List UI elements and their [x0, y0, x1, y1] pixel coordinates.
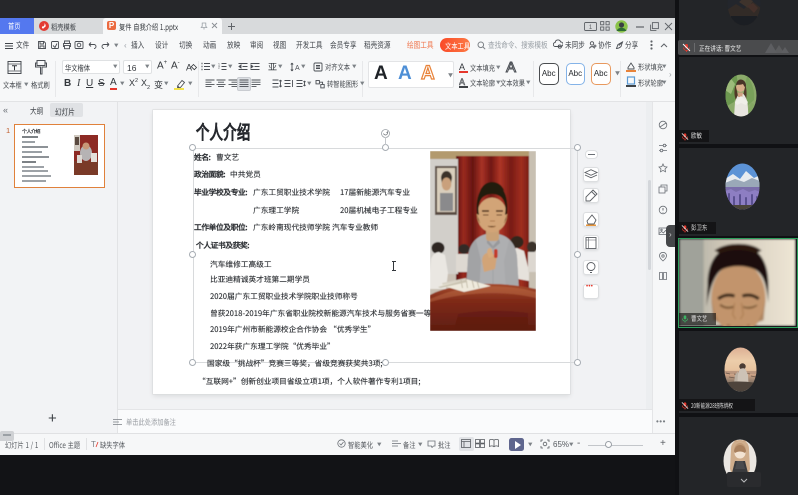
svg-text:2: 2	[218, 66, 220, 70]
svg-text:A: A	[186, 63, 192, 73]
svg-text:A: A	[459, 62, 465, 72]
svg-text:T: T	[91, 440, 96, 449]
svg-text:1: 1	[589, 24, 593, 30]
svg-text:A: A	[459, 77, 465, 87]
svg-text:A: A	[295, 65, 300, 72]
